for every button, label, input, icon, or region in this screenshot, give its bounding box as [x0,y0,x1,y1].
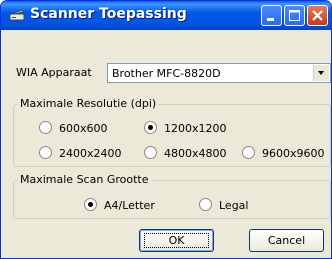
window-title: Scanner Toepassing [30,6,187,22]
scan-size-legend: Maximale Scan Grootte [17,173,152,186]
focus-rectangle [144,233,209,248]
radio-label-4800x4800[interactable]: 4800x4800 [164,147,227,160]
radio-9600x9600[interactable] [242,146,255,159]
radio-a4-letter[interactable] [84,198,97,211]
radio-600x600[interactable] [39,121,52,134]
scanner-dialog: Scanner Toepassing WIA Apparaat Brother … [0,0,332,259]
radio-label-600x600[interactable]: 600x600 [59,122,108,135]
radio-label-2400x2400[interactable]: 2400x2400 [59,147,122,160]
radio-label-a4-letter[interactable]: A4/Letter [104,199,155,212]
dropdown-button[interactable] [313,65,329,81]
radio-1200x1200[interactable] [144,121,157,134]
cancel-button[interactable]: Cancel [249,229,324,252]
radio-4800x4800[interactable] [144,146,157,159]
cancel-button-label: Cancel [267,234,306,247]
resolution-legend: Maximale Resolutie (dpi) [17,97,160,110]
radio-2400x2400[interactable] [39,146,52,159]
ok-button[interactable]: OK [139,229,214,252]
maximize-icon [289,10,300,21]
chevron-down-icon [318,71,324,75]
minimize-icon [267,18,274,21]
device-select[interactable]: Brother MFC-8820D [107,63,331,83]
scanner-icon [9,9,25,21]
radio-legal[interactable] [199,198,212,211]
minimize-button[interactable] [261,5,282,26]
close-button[interactable] [307,5,328,26]
maximize-button[interactable] [284,5,305,26]
radio-label-legal[interactable]: Legal [219,199,248,212]
radio-label-9600x9600[interactable]: 9600x9600 [262,147,325,160]
radio-label-1200x1200[interactable]: 1200x1200 [164,122,227,135]
device-select-value: Brother MFC-8820D [112,67,221,80]
device-label: WIA Apparaat [16,66,92,79]
title-bar[interactable]: Scanner Toepassing [1,1,331,30]
close-icon [312,10,323,21]
